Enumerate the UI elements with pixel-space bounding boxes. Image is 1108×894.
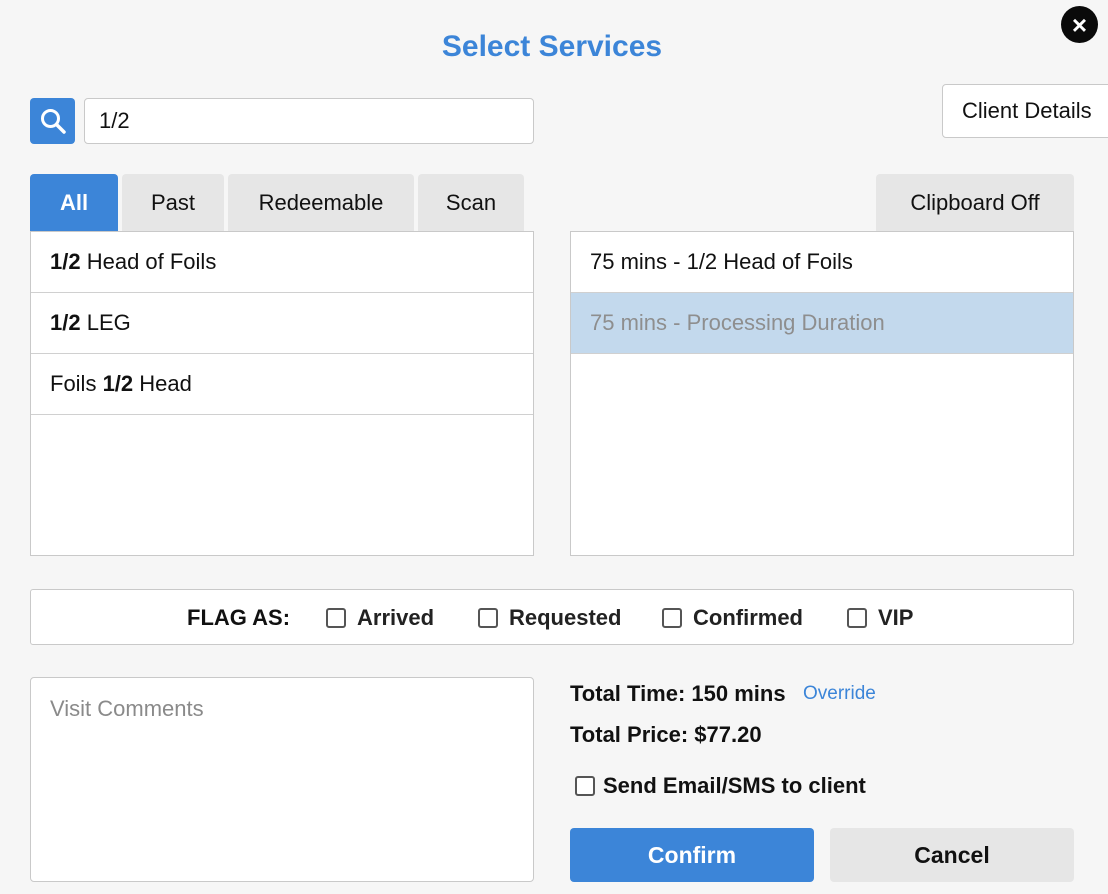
- flag-requested-checkbox[interactable]: Requested: [478, 590, 621, 646]
- checkbox-icon[interactable]: [575, 776, 595, 796]
- total-price: Total Price: $77.20: [570, 722, 762, 747]
- tab-redeemable[interactable]: Redeemable: [228, 174, 414, 231]
- search-input[interactable]: [84, 98, 534, 144]
- tab-all[interactable]: All: [30, 174, 118, 231]
- flag-vip-checkbox[interactable]: VIP: [847, 590, 913, 646]
- checkbox-icon[interactable]: [326, 608, 346, 628]
- search-icon: [40, 109, 66, 134]
- tab-scan[interactable]: Scan: [418, 174, 524, 231]
- send-email-sms-checkbox[interactable]: Send Email/SMS to client: [575, 771, 866, 801]
- service-row[interactable]: Foils 1/2 Head: [31, 354, 533, 415]
- checkbox-icon[interactable]: [662, 608, 682, 628]
- flag-as-bar: FLAG AS: Arrived Requested Confirmed VIP: [30, 589, 1074, 645]
- checkbox-icon[interactable]: [478, 608, 498, 628]
- visit-comments-input[interactable]: [30, 677, 534, 882]
- selected-service-row[interactable]: 75 mins - 1/2 Head of Foils: [571, 232, 1073, 293]
- cancel-button[interactable]: Cancel: [830, 828, 1074, 882]
- service-row[interactable]: 1/2 LEG: [31, 293, 533, 354]
- close-icon: ×: [1071, 9, 1088, 40]
- checkbox-icon[interactable]: [847, 608, 867, 628]
- search-button[interactable]: [30, 98, 75, 144]
- selected-service-row[interactable]: 75 mins - Processing Duration: [571, 293, 1073, 354]
- confirm-button[interactable]: Confirm: [570, 828, 814, 882]
- clipboard-toggle-button[interactable]: Clipboard Off: [876, 174, 1074, 231]
- client-details-button[interactable]: Client Details: [942, 84, 1108, 138]
- flag-as-label: FLAG AS:: [187, 605, 291, 630]
- override-link[interactable]: Override: [803, 683, 876, 705]
- selected-services-list: 75 mins - 1/2 Head of Foils 75 mins - Pr…: [570, 231, 1074, 556]
- flag-arrived-checkbox[interactable]: Arrived: [326, 590, 434, 646]
- tab-past[interactable]: Past: [122, 174, 224, 231]
- services-list: 1/2 Head of Foils 1/2 LEG Foils 1/2 Head: [30, 231, 534, 556]
- service-row[interactable]: 1/2 Head of Foils: [31, 232, 533, 293]
- flag-confirmed-checkbox[interactable]: Confirmed: [662, 590, 803, 646]
- close-button[interactable]: ×: [1061, 6, 1098, 43]
- total-time: Total Time: 150 mins: [570, 681, 786, 706]
- dialog-title: Select Services: [441, 30, 663, 63]
